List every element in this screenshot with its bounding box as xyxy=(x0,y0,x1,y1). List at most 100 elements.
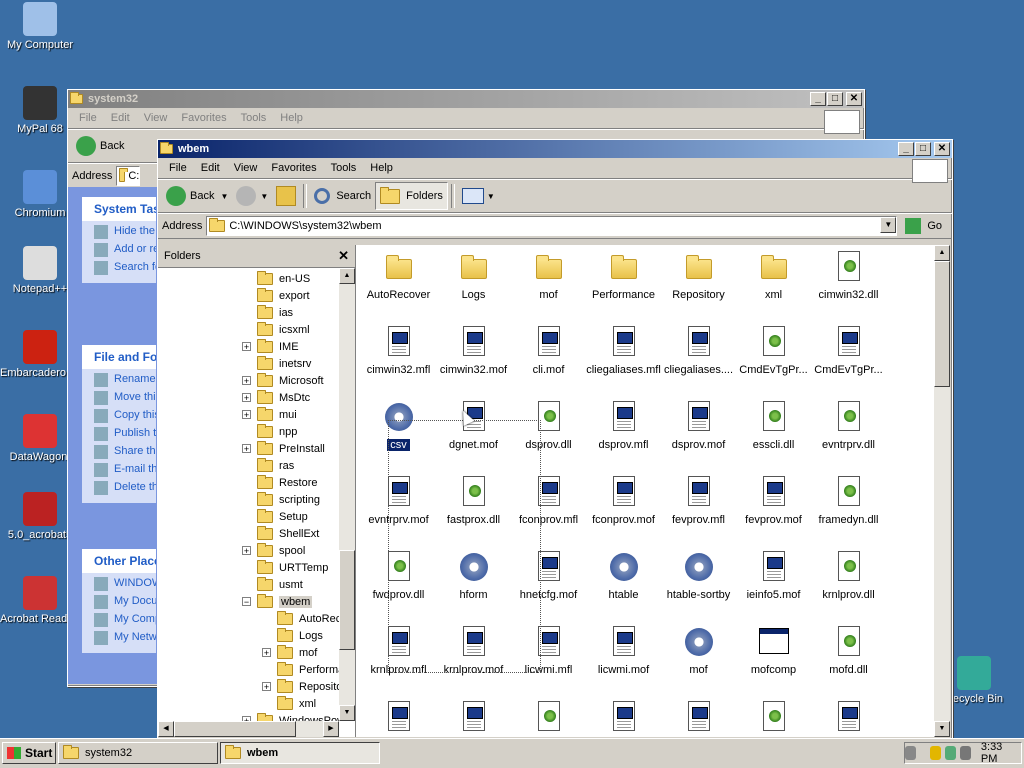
task-link[interactable]: My Documents xyxy=(94,595,156,609)
task-link[interactable]: Share this file xyxy=(94,445,156,459)
expand-toggle-icon[interactable]: + xyxy=(242,393,251,403)
menu-edit[interactable]: Edit xyxy=(194,162,227,174)
file-item[interactable]: cimwin32.mfl xyxy=(361,326,436,376)
scroll-thumb[interactable] xyxy=(174,721,296,737)
forward-button[interactable]: ▼ xyxy=(232,183,272,209)
scroll-thumb[interactable] xyxy=(339,550,355,650)
expand-toggle-icon[interactable] xyxy=(262,614,271,623)
start-button[interactable]: Start xyxy=(2,742,56,764)
file-item[interactable] xyxy=(511,701,586,737)
menu-edit[interactable]: Edit xyxy=(104,112,137,124)
menu-favorites[interactable]: Favorites xyxy=(174,112,233,124)
expand-toggle-icon[interactable] xyxy=(242,512,251,521)
minimize-button[interactable]: _ xyxy=(810,92,826,106)
file-item[interactable]: mof xyxy=(511,251,586,301)
expand-toggle-icon[interactable] xyxy=(242,291,251,300)
expand-toggle-icon[interactable] xyxy=(262,699,271,708)
task-link[interactable]: Move this file xyxy=(94,391,156,405)
file-item[interactable]: evntrprv.dll xyxy=(811,401,886,451)
file-item[interactable] xyxy=(361,701,436,737)
file-item[interactable]: CmdEvTgPr... xyxy=(811,326,886,376)
task-section-title[interactable]: Other Places xyxy=(82,549,156,573)
menu-favorites[interactable]: Favorites xyxy=(264,162,323,174)
file-item[interactable]: esscli.dll xyxy=(736,401,811,451)
scroll-up-button[interactable]: ▲ xyxy=(934,245,950,261)
expand-toggle-icon[interactable] xyxy=(242,580,251,589)
file-item[interactable]: htable xyxy=(586,551,661,601)
menu-view[interactable]: View xyxy=(227,162,265,174)
expand-toggle-icon[interactable] xyxy=(262,631,271,640)
task-link[interactable]: Publish this file to the Web xyxy=(94,427,156,441)
tree-item[interactable]: npp xyxy=(242,423,297,440)
back-button[interactable]: Back ▼ xyxy=(162,183,232,209)
tree-item[interactable]: xml xyxy=(262,695,316,712)
tree-item[interactable]: icsxml xyxy=(242,321,310,338)
tree-item[interactable]: + IME xyxy=(242,338,299,355)
file-item[interactable]: fevprov.mof xyxy=(736,476,811,526)
folders-button[interactable]: Folders xyxy=(375,182,448,210)
file-item[interactable]: dsprov.mof xyxy=(661,401,736,451)
task-section-title[interactable]: System Tasks xyxy=(82,197,156,221)
security-shield-icon[interactable] xyxy=(929,746,941,760)
file-item[interactable]: mof xyxy=(661,626,736,676)
task-link[interactable]: Hide the contents of this folder xyxy=(94,225,156,239)
tree-item[interactable]: + MsDtc xyxy=(242,389,310,406)
file-item[interactable]: dsprov.mfl xyxy=(586,401,661,451)
chevron-down-icon[interactable]: ▼ xyxy=(260,192,268,201)
expand-toggle-icon[interactable]: + xyxy=(242,410,251,420)
expand-toggle-icon[interactable] xyxy=(242,563,251,572)
file-item[interactable]: AutoRecover xyxy=(361,251,436,301)
file-item[interactable]: framedyn.dll xyxy=(811,476,886,526)
file-item[interactable]: xml xyxy=(736,251,811,301)
task-link[interactable]: Delete this file xyxy=(94,481,156,495)
task-link[interactable]: My Network Places xyxy=(94,631,156,645)
chevron-down-icon[interactable]: ▼ xyxy=(220,192,228,201)
tree-item[interactable]: Logs xyxy=(262,627,323,644)
file-item[interactable]: krnlprov.dll xyxy=(811,551,886,601)
expand-toggle-icon[interactable] xyxy=(242,478,251,487)
file-item[interactable]: Repository xyxy=(661,251,736,301)
expand-toggle-icon[interactable]: − xyxy=(242,597,251,607)
menu-tools[interactable]: Tools xyxy=(324,162,364,174)
file-item[interactable]: mofd.dll xyxy=(811,626,886,676)
tree-item[interactable]: +WindowsPowerShell xyxy=(242,712,339,721)
file-item[interactable]: cimwin32.mof xyxy=(436,326,511,376)
task-link[interactable]: My Computer xyxy=(94,613,156,627)
file-item[interactable] xyxy=(811,701,886,737)
task-link[interactable]: Copy this file xyxy=(94,409,156,423)
wbem-titlebar[interactable]: wbem _ □ ✕ xyxy=(158,140,952,158)
tree-item[interactable]: en-US xyxy=(242,270,310,287)
tree-item[interactable]: inetsrv xyxy=(242,355,311,372)
keyboard-icon[interactable] xyxy=(905,746,916,760)
task-link[interactable]: E-mail this file xyxy=(94,463,156,477)
expand-toggle-icon[interactable] xyxy=(242,529,251,538)
wbem-window[interactable]: wbem _ □ ✕ File Edit View Favorites Tools Hel… xyxy=(157,139,953,740)
expand-toggle-icon[interactable]: + xyxy=(242,546,251,556)
file-item[interactable]: fconprov.mof xyxy=(586,476,661,526)
task-link[interactable]: WINDOWS xyxy=(94,577,156,591)
up-folder-button[interactable] xyxy=(272,183,300,209)
menu-view[interactable]: View xyxy=(137,112,175,124)
volume-icon[interactable] xyxy=(959,746,971,760)
views-button[interactable]: ▼ xyxy=(458,183,499,209)
expand-toggle-icon[interactable]: + xyxy=(242,376,251,386)
scroll-down-button[interactable]: ▼ xyxy=(339,705,355,721)
taskbar-button-wbem[interactable]: wbem xyxy=(220,742,380,764)
tree-item[interactable]: usmt xyxy=(242,576,303,593)
scroll-down-button[interactable]: ▼ xyxy=(934,721,950,737)
file-item[interactable]: Performance xyxy=(586,251,661,301)
file-item[interactable] xyxy=(436,701,511,737)
file-item[interactable]: cliegaliases.mfl xyxy=(586,326,661,376)
tree-item[interactable]: − wbem xyxy=(242,593,313,610)
go-button[interactable]: Go xyxy=(901,216,952,236)
back-button[interactable]: Back xyxy=(72,133,128,159)
maximize-button[interactable]: □ xyxy=(827,92,843,106)
scroll-thumb[interactable] xyxy=(934,261,950,387)
tree-vertical-scrollbar[interactable]: ▲ ▼ xyxy=(339,268,355,721)
maximize-button[interactable]: □ xyxy=(915,142,931,156)
tree-item[interactable]: ShellExt xyxy=(242,525,319,542)
tree-item[interactable]: + PreInstall xyxy=(242,440,325,457)
expand-toggle-icon[interactable] xyxy=(242,325,251,334)
file-item[interactable]: fevprov.mfl xyxy=(661,476,736,526)
file-item[interactable] xyxy=(586,701,661,737)
